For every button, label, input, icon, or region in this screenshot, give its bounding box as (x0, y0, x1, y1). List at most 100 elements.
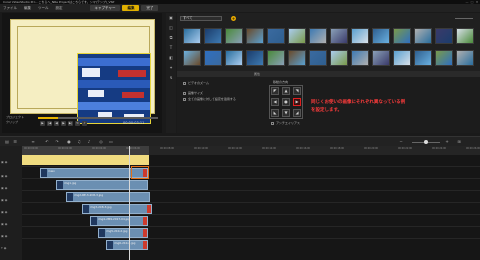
redo-icon[interactable]: ↷ (54, 139, 60, 145)
volume-icon[interactable]: ♪ (82, 121, 87, 126)
library-thumbnail[interactable] (225, 50, 243, 66)
library-thumbnail[interactable] (456, 28, 474, 44)
library-thumbnail[interactable] (414, 28, 432, 44)
library-thumbnail[interactable] (183, 50, 201, 66)
graphic-icon[interactable]: ◧ (168, 55, 174, 61)
timeline-clip-2[interactable]: img2-RE-3-2C8-3.jpg (66, 192, 150, 202)
filter-icon[interactable]: ✦ (168, 65, 174, 71)
next-frame-icon[interactable]: ▶ (61, 121, 66, 126)
repeat-icon[interactable]: ↻ (75, 121, 80, 126)
zoom-in-icon[interactable]: + (444, 139, 450, 145)
library-thumbnail[interactable] (414, 50, 432, 66)
timeline-view-icon[interactable]: ☰ (12, 139, 18, 145)
timeline-clip-5[interactable]: img5-210-2.jpg (98, 228, 148, 238)
library-thumbnail[interactable] (351, 28, 369, 44)
project-mode-label[interactable]: プロジェクト (6, 115, 24, 119)
library-thumbnail[interactable] (351, 50, 369, 66)
menu-tools[interactable]: ツール (38, 6, 49, 11)
library-thumbnail[interactable] (204, 50, 222, 66)
library-thumbnail[interactable] (288, 28, 306, 44)
menu-edit[interactable]: 編集 (24, 6, 31, 11)
library-thumbnail[interactable] (393, 28, 411, 44)
track-header-video[interactable]: ▣ ◉ (1, 160, 21, 164)
add-icon[interactable]: + (231, 16, 236, 21)
tab-edit[interactable]: 編集 (122, 5, 140, 11)
menu-settings[interactable]: 設定 (56, 6, 63, 11)
option-image-size[interactable]: 画像サイズ (183, 91, 203, 95)
library-thumbnail[interactable] (246, 28, 264, 44)
option-video-zoom[interactable]: ビデオのズーム (183, 81, 209, 85)
home-icon[interactable]: |◀ (47, 121, 52, 126)
library-thumbnail[interactable] (456, 50, 474, 66)
library-thumbnail[interactable] (309, 50, 327, 66)
library-thumbnail[interactable] (393, 50, 411, 66)
timeline-clip-3[interactable]: img3-2C8-3.jpg (82, 204, 152, 214)
direction-bottomright[interactable]: ◢ (293, 109, 301, 117)
library-thumbnail[interactable] (330, 28, 348, 44)
library-thumbnail[interactable] (372, 28, 390, 44)
zoom-out-icon[interactable]: − (398, 139, 404, 145)
library-thumbnail[interactable] (330, 50, 348, 66)
category-dropdown[interactable]: すべて (180, 16, 222, 21)
record-icon[interactable]: ● (66, 139, 72, 145)
library-thumbnail[interactable] (183, 28, 201, 44)
library-thumbnail[interactable] (246, 50, 264, 66)
timeline-clip-6[interactable]: img6-210-2.jpg (106, 240, 148, 250)
ruler-tick-label: 00:00:10:00 (194, 147, 209, 150)
end-icon[interactable]: ▶| (68, 121, 73, 126)
media-icon[interactable]: ▣ (168, 15, 174, 21)
timeline-clip-4[interactable]: img4-2M9-2017-04.jpg (90, 216, 148, 226)
fit-icon[interactable]: ⊞ (456, 139, 462, 145)
track-header-overlay-1[interactable]: ▣ ◉ (1, 174, 21, 178)
library-thumbnail[interactable] (309, 28, 327, 44)
clip-mode-label[interactable]: クリップ (6, 120, 18, 124)
track-header-title[interactable]: T ◉ (1, 246, 21, 250)
direction-bottomleft[interactable]: ◣ (271, 109, 279, 117)
play-icon[interactable]: ▶ (40, 121, 45, 126)
track-header-overlay-5[interactable]: ▣ ◉ (1, 222, 21, 226)
timeline-clip-1[interactable]: img1.jpg (56, 180, 148, 190)
option-apply-all[interactable]: 全ての画像に対して設定を適用する (183, 97, 236, 101)
timeline-zoom-slider[interactable] (412, 140, 440, 144)
direction-topleft[interactable]: ◤ (271, 87, 279, 95)
storyboard-view-icon[interactable]: ▤ (4, 139, 10, 145)
library-thumbnail[interactable] (372, 50, 390, 66)
library-thumbnail[interactable] (225, 28, 243, 44)
library-thumbnail[interactable] (204, 28, 222, 44)
timeline-ruler[interactable]: 00:00:00:00 00:00:02:00 00:00:04:00 00:00:0… (22, 146, 480, 155)
library-thumbnail[interactable] (435, 50, 453, 66)
track-header-overlay-4[interactable]: ▣ ◉ (1, 210, 21, 214)
scrub-bar[interactable] (38, 117, 158, 119)
track-header-overlay-6[interactable]: ▣ ◉ (1, 234, 21, 238)
option-antialias[interactable]: アンチエイリアス (271, 121, 300, 125)
library-thumbnail[interactable] (288, 50, 306, 66)
motion-track-icon[interactable]: ◎ (98, 139, 104, 145)
tab-share[interactable]: 完了 (141, 5, 159, 11)
direction-right[interactable]: ▶ (293, 98, 301, 106)
library-thumbnail[interactable] (267, 28, 285, 44)
track-manager-icon[interactable]: ≡ (30, 139, 36, 145)
direction-center[interactable]: ● (282, 98, 290, 106)
undo-icon[interactable]: ↶ (44, 139, 50, 145)
direction-topright[interactable]: ◥ (293, 87, 301, 95)
tab-capture[interactable]: キャプチャー (89, 5, 121, 11)
library-thumbnail[interactable] (435, 28, 453, 44)
transition-icon[interactable]: ⧉ (168, 35, 174, 41)
library-thumbnail[interactable] (267, 50, 285, 66)
playhead[interactable] (129, 146, 130, 260)
track-header-overlay-3[interactable]: ▣ ◉ (1, 198, 21, 202)
direction-top[interactable]: ▲ (282, 87, 290, 95)
mixer-icon[interactable]: ♫ (76, 139, 82, 145)
preview-canvas[interactable] (10, 19, 155, 124)
title-icon[interactable]: T (168, 45, 174, 51)
auto-music-icon[interactable]: ♪ (86, 139, 92, 145)
track-header-overlay-2[interactable]: ▣ ◉ (1, 186, 21, 190)
instant-project-icon[interactable]: ◫ (168, 25, 174, 31)
direction-left[interactable]: ◀ (271, 98, 279, 106)
direction-bottom[interactable]: ▼ (282, 109, 290, 117)
prev-frame-icon[interactable]: ◀ (54, 121, 59, 126)
thumb-size-slider[interactable] (455, 18, 473, 19)
subtitle-icon[interactable]: ▭ (108, 139, 114, 145)
path-icon[interactable]: ↯ (168, 75, 174, 81)
menu-file[interactable]: ファイル (3, 6, 17, 11)
